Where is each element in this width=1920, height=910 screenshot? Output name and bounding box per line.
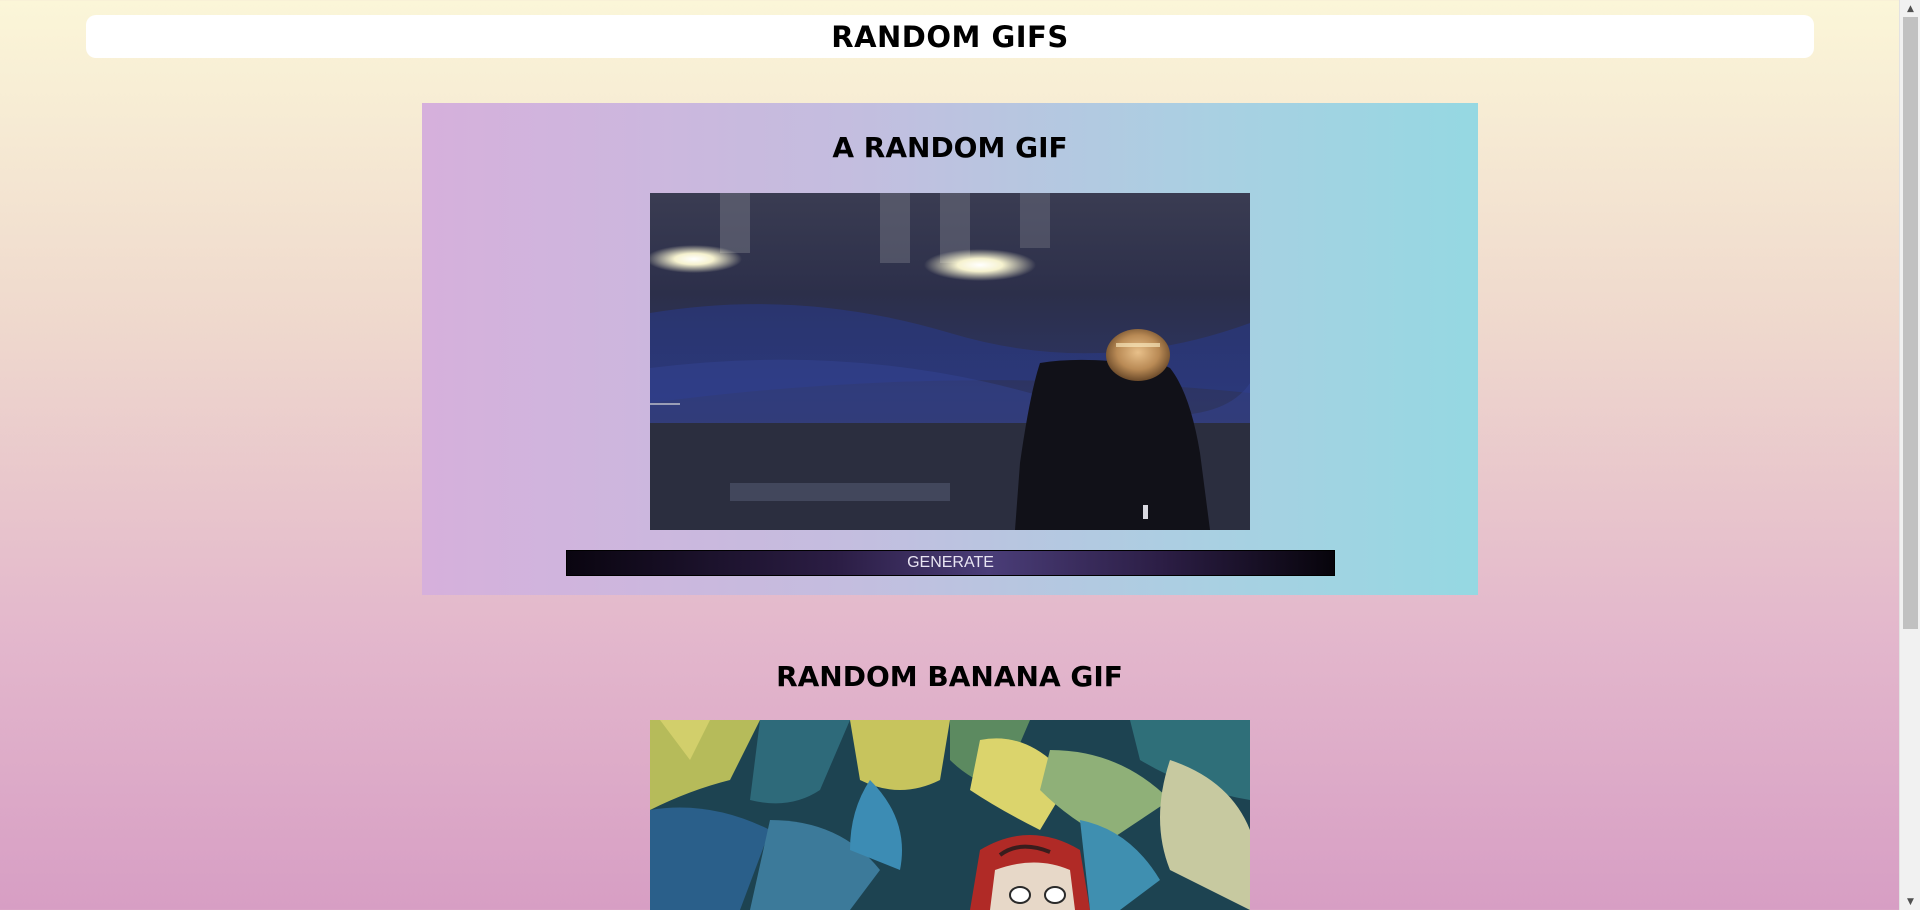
generate-button[interactable]: GENERATE [566, 550, 1335, 576]
random-gif-image [650, 193, 1250, 530]
vertical-scrollbar[interactable]: ▲ ▼ [1899, 0, 1920, 910]
page-title: RANDOM GIFS [831, 19, 1069, 54]
header-bar: RANDOM GIFS [86, 15, 1814, 58]
banana-gif-picture [650, 720, 1250, 910]
banana-gif-title: RANDOM BANANA GIF [776, 660, 1123, 693]
banana-gif-image [650, 720, 1250, 910]
random-gif-title: A RANDOM GIF [832, 131, 1068, 164]
random-gif-card: A RANDOM GIF GENERATE [422, 103, 1478, 595]
stadium-gif-picture [650, 193, 1250, 530]
scrollbar-thumb[interactable] [1903, 17, 1918, 629]
page: RANDOM GIFS A RANDOM GIF GENERATE RANDOM… [0, 0, 1899, 910]
scroll-down-arrow-icon[interactable]: ▼ [1900, 893, 1920, 910]
scroll-up-arrow-icon[interactable]: ▲ [1900, 0, 1920, 17]
